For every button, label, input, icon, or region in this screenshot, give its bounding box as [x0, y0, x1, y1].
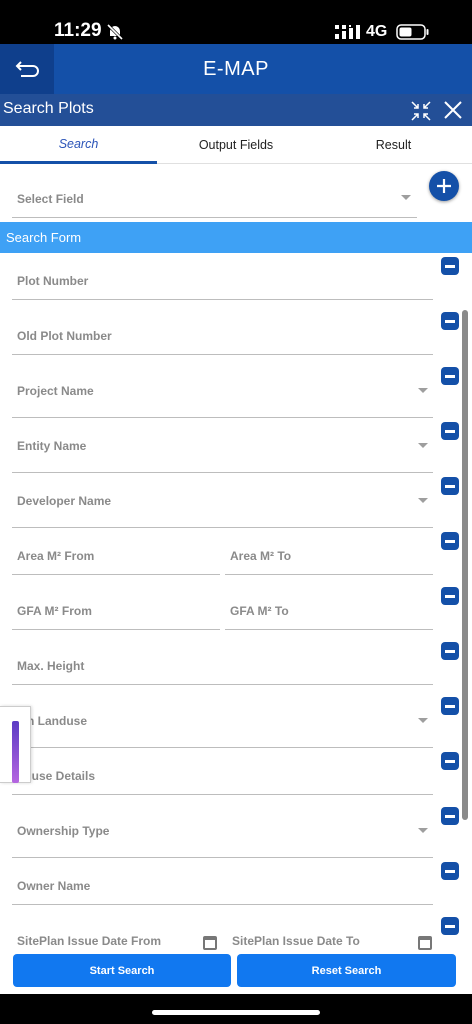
remove-siteplan-date-button[interactable] — [441, 917, 459, 935]
remove-landuse-details-button[interactable] — [441, 752, 459, 770]
home-bar — [0, 994, 472, 1024]
collapse-icon[interactable] — [410, 100, 432, 122]
drawer-handle-bar — [12, 721, 19, 783]
remove-entity-name-button[interactable] — [441, 422, 459, 440]
owner-name-input[interactable]: Owner Name — [12, 857, 433, 905]
close-icon[interactable] — [442, 99, 464, 121]
action-bar: Start Search Reset Search — [0, 950, 472, 994]
remove-developer-name-button[interactable] — [441, 477, 459, 495]
battery-icon — [396, 24, 429, 40]
old-plot-number-input[interactable]: Old Plot Number — [12, 307, 433, 355]
search-content: Select Field Search Form Plot Number Old… — [0, 164, 472, 994]
plot-number-input[interactable]: Plot Number — [12, 252, 433, 300]
chevron-down-icon — [418, 718, 428, 723]
old-plot-number-label: Old Plot Number — [17, 329, 112, 343]
home-indicator[interactable] — [152, 1010, 320, 1015]
gfa-to-input[interactable]: GFA M² To — [225, 582, 433, 630]
select-field-label: Select Field — [17, 192, 84, 206]
select-field-dropdown[interactable]: Select Field — [12, 182, 417, 218]
status-time: 11:29 — [54, 20, 102, 41]
remove-old-plot-number-button[interactable] — [441, 312, 459, 330]
ownership-type-label: Ownership Type — [17, 824, 110, 838]
landuse-details-input[interactable]: nduse Details — [12, 747, 433, 795]
search-form-header: Search Form — [0, 222, 472, 253]
siteplan-to-label: SitePlan Issue Date To — [232, 934, 360, 948]
remove-project-name-button[interactable] — [441, 367, 459, 385]
developer-name-label: Developer Name — [17, 494, 112, 508]
app-title: E-MAP — [203, 58, 269, 80]
remove-plot-number-button[interactable] — [441, 257, 459, 275]
side-drawer-handle[interactable] — [0, 706, 31, 783]
max-height-input[interactable]: Max. Height — [12, 637, 433, 685]
gfa-from-label: GFA M² From — [17, 604, 92, 618]
area-from-input[interactable]: Area M² From — [12, 527, 220, 575]
chevron-down-icon — [418, 498, 428, 503]
plus-icon — [437, 179, 451, 193]
tab-search[interactable]: Search — [0, 126, 157, 164]
panel-header: Search Plots — [0, 94, 472, 126]
chevron-down-icon — [401, 195, 411, 200]
gfa-to-label: GFA M² To — [230, 604, 289, 618]
max-height-label: Max. Height — [17, 659, 85, 673]
remove-ownership-type-button[interactable] — [441, 807, 459, 825]
project-name-label: Project Name — [17, 384, 94, 398]
owner-name-label: Owner Name — [17, 879, 91, 893]
area-to-input[interactable]: Area M² To — [225, 527, 433, 575]
chevron-down-icon — [418, 388, 428, 393]
status-bar: 11:29 4G — [0, 0, 472, 44]
tab-output-fields[interactable]: Output Fields — [157, 126, 315, 164]
remove-area-button[interactable] — [441, 532, 459, 550]
area-to-label: Area M² To — [230, 549, 292, 563]
signal-icon — [335, 25, 360, 39]
add-field-button[interactable] — [429, 171, 459, 201]
tab-result[interactable]: Result — [315, 126, 472, 164]
chevron-down-icon — [418, 828, 428, 833]
scrollbar[interactable] — [462, 310, 468, 820]
plot-number-label: Plot Number — [17, 274, 89, 288]
entity-name-label: Entity Name — [17, 439, 87, 453]
project-name-dropdown[interactable]: Project Name — [12, 362, 433, 418]
chevron-down-icon — [418, 443, 428, 448]
ownership-type-dropdown[interactable]: Ownership Type — [12, 802, 433, 858]
panel-title: Search Plots — [3, 100, 94, 117]
main-landuse-dropdown[interactable]: ain Landuse — [12, 692, 433, 748]
search-form-title: Search Form — [6, 230, 82, 245]
remove-gfa-button[interactable] — [441, 587, 459, 605]
bell-muted-icon — [106, 23, 124, 41]
siteplan-from-label: SitePlan Issue Date From — [17, 934, 162, 948]
start-search-button[interactable]: Start Search — [13, 954, 231, 987]
calendar-icon[interactable] — [203, 936, 217, 950]
area-from-label: Area M² From — [17, 549, 95, 563]
gfa-from-input[interactable]: GFA M² From — [12, 582, 220, 630]
remove-main-landuse-button[interactable] — [441, 697, 459, 715]
remove-owner-name-button[interactable] — [441, 862, 459, 880]
entity-name-dropdown[interactable]: Entity Name — [12, 417, 433, 473]
tab-bar: Search Output Fields Result — [0, 126, 472, 164]
calendar-icon[interactable] — [418, 936, 432, 950]
app-header: E-MAP — [0, 44, 472, 94]
network-label: 4G — [366, 23, 388, 40]
developer-name-dropdown[interactable]: Developer Name — [12, 472, 433, 528]
remove-max-height-button[interactable] — [441, 642, 459, 660]
reset-search-button[interactable]: Reset Search — [237, 954, 456, 987]
